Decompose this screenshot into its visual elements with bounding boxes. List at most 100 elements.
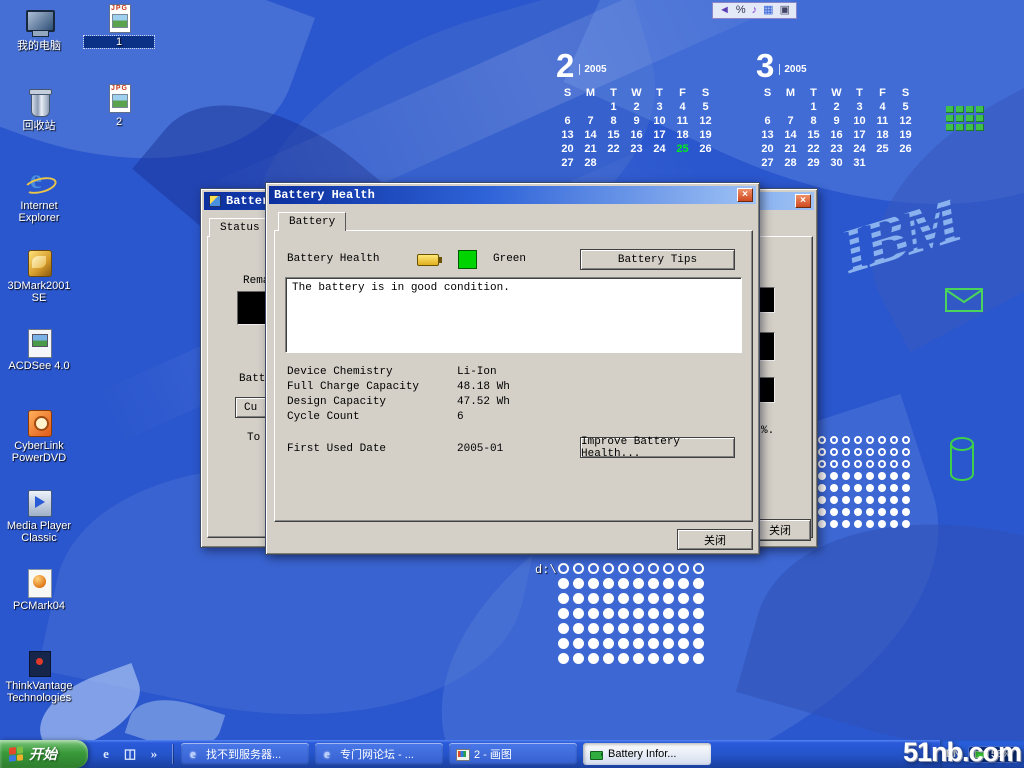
dot <box>618 653 629 664</box>
dot <box>902 436 910 444</box>
desktop-file-2[interactable]: JPG2 <box>84 84 154 128</box>
battery-tips-button[interactable]: Battery Tips <box>580 249 735 270</box>
recycle-bin-icon <box>23 88 55 118</box>
dot <box>866 448 874 456</box>
desktop-tray-icons[interactable]: ◄% ♪ ▦ ▣ <box>712 2 797 19</box>
calendar-day: 16 <box>825 129 848 141</box>
more-toolbars-icon[interactable]: » <box>146 746 162 762</box>
dot <box>558 563 569 574</box>
thinkvantage-icon <box>23 648 55 678</box>
dot <box>854 472 862 480</box>
dot <box>854 448 862 456</box>
dot <box>573 578 584 589</box>
dot <box>603 653 614 664</box>
calendar-day: 13 <box>556 129 579 141</box>
calendar-day <box>871 157 894 169</box>
dialog-close-button[interactable]: 关闭 <box>677 529 753 550</box>
ie-quicklaunch-icon[interactable]: e <box>98 746 114 762</box>
note-icon[interactable]: ♪ <box>752 3 758 18</box>
taskbar-task-ie[interactable]: 找不到服务器... <box>181 743 309 765</box>
calendar-day: 17 <box>648 129 671 141</box>
dot <box>693 638 704 649</box>
desktop-icon-label: 我的电脑 <box>4 40 74 52</box>
calendar-day <box>756 101 779 113</box>
dot <box>648 563 659 574</box>
calendar-day: 7 <box>579 115 602 127</box>
dot <box>618 578 629 589</box>
dot <box>603 593 614 604</box>
dot <box>902 508 910 516</box>
volume-icon[interactable]: ◄ <box>719 3 730 18</box>
dot <box>663 608 674 619</box>
dialog-titlebar[interactable]: Battery Health × <box>269 186 756 204</box>
calendar-day: 2 <box>625 101 648 113</box>
calendar-day-header: W <box>825 87 848 99</box>
calendar-day: 7 <box>779 115 802 127</box>
calendar-day: 19 <box>894 129 917 141</box>
dot <box>878 472 886 480</box>
battery-label-fragment: Batt <box>239 373 265 385</box>
battery-app-icon <box>209 195 221 207</box>
desktop-icon-media-player-classic[interactable]: Media Player Classic <box>4 488 74 544</box>
tab-status[interactable]: Status <box>209 218 271 237</box>
taskbar-task-battery[interactable]: Battery Infor... <box>583 743 711 765</box>
taskbar-tasks: 找不到服务器... 专门网论坛 - ... 2 - 画图 Battery Infor.… <box>173 743 940 765</box>
desktop-icon-label: ThinkVantage Technologies <box>4 680 74 704</box>
start-button[interactable]: 开始 <box>0 740 88 768</box>
dot <box>603 563 614 574</box>
close-icon[interactable]: × <box>795 194 811 208</box>
desktop-icon-my-computer[interactable]: 我的电脑 <box>4 8 74 52</box>
3dmark-icon <box>23 248 55 278</box>
desktop-icons-column: 我的电脑回收站 Internet Explorer 3DMark2001 SE ACD… <box>4 0 74 740</box>
ie-icon <box>187 747 201 761</box>
dot <box>588 593 599 604</box>
calendar-day: 6 <box>556 115 579 127</box>
show-desktop-icon[interactable]: ◫ <box>122 746 138 762</box>
start-label: 开始 <box>29 744 57 764</box>
calendar-day: 4 <box>871 101 894 113</box>
calendar-february: 22005 SMTWTFS123456789101112131415161718… <box>556 50 717 169</box>
desktop-file-1[interactable]: JPG1 <box>84 4 154 48</box>
desktop-icon-recycle-bin[interactable]: 回收站 <box>4 88 74 132</box>
calendar-day: 30 <box>825 157 848 169</box>
close-icon[interactable]: × <box>737 188 753 202</box>
percent-icon[interactable]: % <box>736 3 746 18</box>
calendar-day: 3 <box>648 101 671 113</box>
calendar-day: 14 <box>779 129 802 141</box>
calendar-day: 8 <box>602 115 625 127</box>
dot <box>603 608 614 619</box>
desktop-icon-internet-explorer[interactable]: Internet Explorer <box>4 168 74 224</box>
dot <box>693 623 704 634</box>
improve-battery-health-button[interactable]: Improve Battery Health... <box>580 437 735 458</box>
desktop-icon-acdsee[interactable]: ACDSee 4.0 <box>4 328 74 372</box>
tab-battery[interactable]: Battery <box>278 212 346 231</box>
calendar-day: 10 <box>648 115 671 127</box>
condition-textbox[interactable]: The battery is in good condition. <box>285 277 742 353</box>
monitor-icon[interactable]: ▣ <box>780 3 790 18</box>
desktop-icon-label: Media Player Classic <box>4 520 74 544</box>
calendar-day: 13 <box>756 129 779 141</box>
dot <box>663 593 674 604</box>
desktop-icon-thinkvantage[interactable]: ThinkVantage Technologies <box>4 648 74 704</box>
dot <box>830 448 838 456</box>
grid-icon[interactable]: ▦ <box>763 3 773 18</box>
taskbar-task-ie[interactable]: 专门网论坛 - ... <box>315 743 443 765</box>
desktop-icon-3dmark[interactable]: 3DMark2001 SE <box>4 248 74 304</box>
dot <box>878 496 886 504</box>
desktop-icon-pcmark[interactable]: PCMark04 <box>4 568 74 612</box>
calendar-day: 20 <box>556 143 579 155</box>
calendar-day <box>779 101 802 113</box>
dot <box>588 623 599 634</box>
dot <box>878 436 886 444</box>
calendar-day: 2 <box>825 101 848 113</box>
calendar-day-header: T <box>848 87 871 99</box>
dot <box>573 608 584 619</box>
dot <box>866 472 874 480</box>
taskbar-task-paint[interactable]: 2 - 画图 <box>449 743 577 765</box>
dot <box>693 593 704 604</box>
desktop-icon-powerdvd[interactable]: CyberLink PowerDVD <box>4 408 74 464</box>
calendar-day: 23 <box>825 143 848 155</box>
calendar-day <box>894 157 917 169</box>
dot <box>663 653 674 664</box>
battery-health-dialog[interactable]: Battery Health × Battery Battery Health … <box>265 182 760 555</box>
